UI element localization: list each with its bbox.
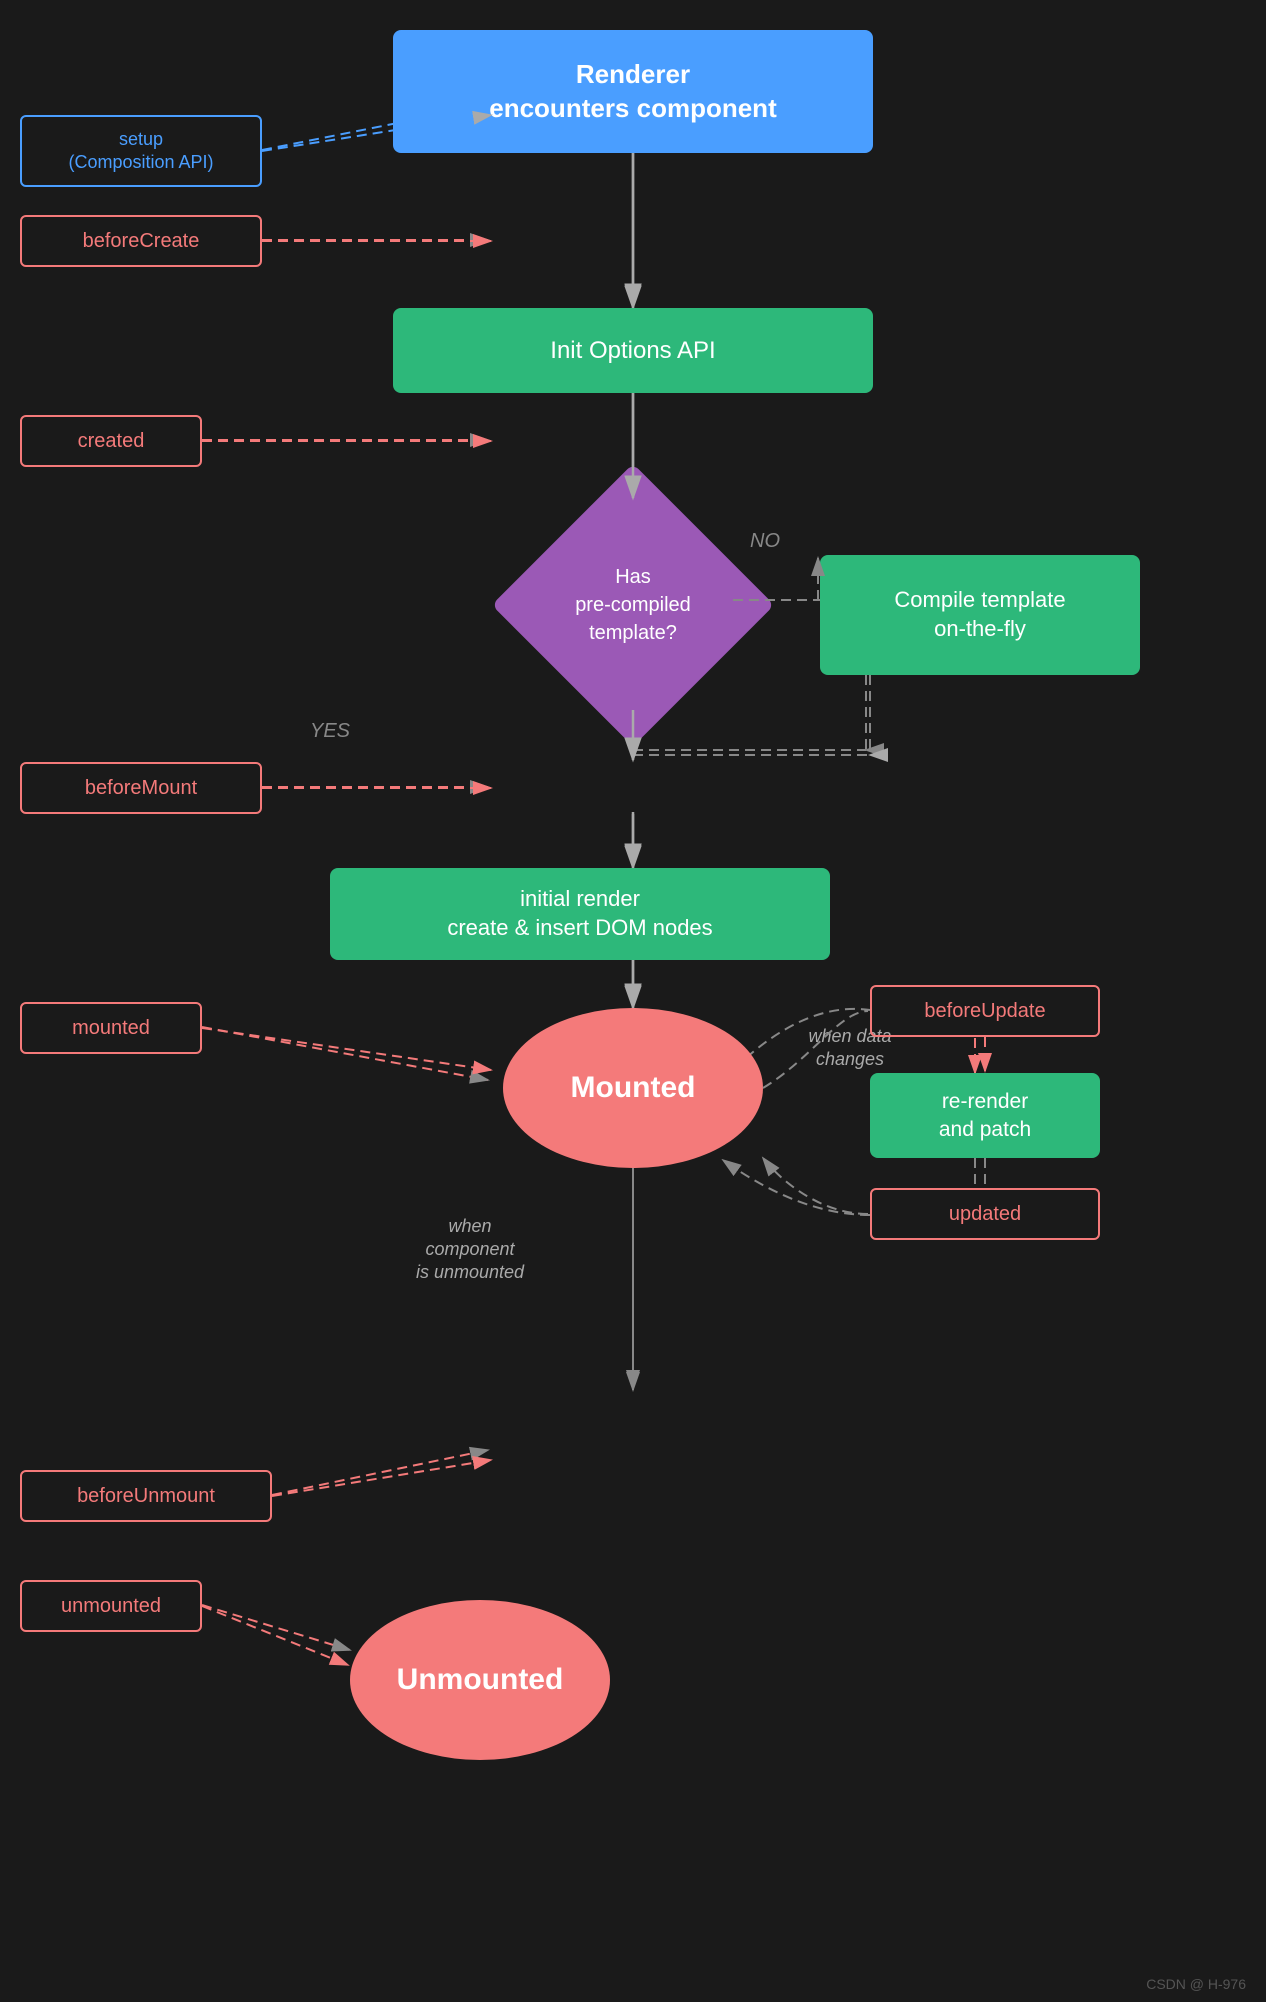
no-label: NO [750, 530, 780, 553]
diamond-label: Has pre-compiled template? [575, 563, 691, 647]
unmounted-circle: Unmounted [350, 1600, 610, 1760]
created-label: created [78, 428, 145, 454]
yes-label: YES [310, 720, 350, 743]
updated-label: updated [949, 1201, 1021, 1227]
re-render-label: re-render and patch [939, 1088, 1031, 1143]
re-render-box: re-render and patch [870, 1073, 1100, 1158]
unmounted-hook-box: unmounted [20, 1580, 202, 1632]
initial-render-label: initial render create & insert DOM nodes [447, 885, 712, 942]
before-unmount-box: beforeUnmount [20, 1470, 272, 1522]
init-options-box: Init Options API [393, 308, 873, 393]
updated-box: updated [870, 1188, 1100, 1240]
setup-label: setup (Composition API) [68, 128, 213, 175]
before-mount-label: beforeMount [85, 775, 197, 801]
watermark: CSDN @ H-976 [1146, 1976, 1246, 1992]
compile-template-box: Compile template on-the-fly [820, 555, 1140, 675]
before-create-label: beforeCreate [83, 228, 200, 254]
setup-box: setup (Composition API) [20, 115, 262, 187]
initial-render-box: initial render create & insert DOM nodes [330, 868, 830, 960]
mounted-circle: Mounted [503, 1008, 763, 1168]
before-update-box: beforeUpdate [870, 985, 1100, 1037]
compile-template-label: Compile template on-the-fly [894, 586, 1065, 643]
created-box: created [20, 415, 202, 467]
renderer-label: Renderer encounters component [489, 58, 776, 126]
mounted-hook-label: mounted [72, 1015, 150, 1041]
before-update-label: beforeUpdate [924, 998, 1045, 1024]
unmounted-circle-label: Unmounted [397, 1663, 564, 1697]
init-options-label: Init Options API [550, 335, 715, 366]
before-create-box: beforeCreate [20, 215, 262, 267]
diagram-container: Renderer encounters component setup (Com… [0, 0, 1266, 2002]
mounted-hook-box: mounted [20, 1002, 202, 1054]
unmounted-hook-label: unmounted [61, 1593, 161, 1619]
before-unmount-label: beforeUnmount [77, 1483, 215, 1509]
when-unmounted-label: when component is unmounted [360, 1215, 580, 1284]
mounted-circle-label: Mounted [571, 1071, 696, 1105]
diamond-container: Has pre-compiled template? [483, 500, 783, 710]
renderer-box: Renderer encounters component [393, 30, 873, 153]
before-mount-box: beforeMount [20, 762, 262, 814]
